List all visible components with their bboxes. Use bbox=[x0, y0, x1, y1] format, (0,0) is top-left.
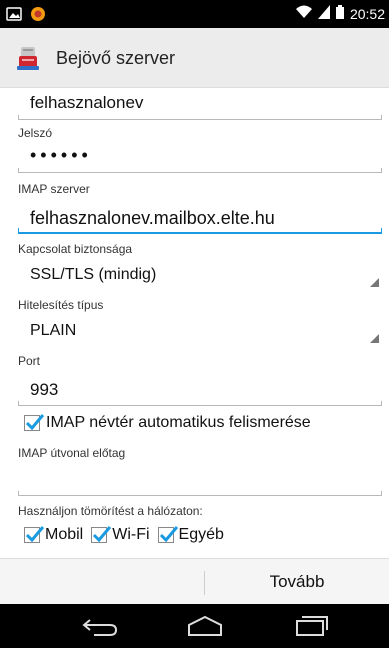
server-app-icon[interactable] bbox=[14, 44, 42, 72]
next-button[interactable]: Tovább bbox=[205, 559, 389, 605]
security-spinner[interactable]: SSL/TLS (mindig) bbox=[0, 260, 389, 290]
empty-button-slot bbox=[0, 559, 204, 605]
status-time: 20:52 bbox=[349, 5, 385, 22]
button-bar: Tovább bbox=[0, 558, 389, 604]
port-underline bbox=[18, 401, 382, 406]
imap-namespace-checkbox[interactable]: IMAP névtér automatikus felismerése bbox=[24, 414, 311, 432]
status-bar: 20:52 bbox=[0, 0, 389, 28]
auth-type-spinner[interactable]: PLAIN bbox=[0, 316, 389, 346]
battery-icon bbox=[335, 5, 344, 22]
path-prefix-underline bbox=[18, 491, 382, 496]
home-icon[interactable] bbox=[175, 612, 235, 640]
checkbox-checked-icon bbox=[157, 526, 178, 543]
username-field[interactable]: felhasznalonev bbox=[30, 93, 143, 113]
auth-type-label: Hitelesítés típus bbox=[18, 298, 104, 312]
imap-server-label: IMAP szerver bbox=[18, 182, 90, 196]
compression-mobile-checkbox[interactable]: Mobil bbox=[24, 526, 83, 544]
action-bar: Bejövő szerver bbox=[0, 28, 389, 88]
compression-other-checkbox[interactable]: Egyéb bbox=[157, 526, 224, 544]
app-notification-icon bbox=[30, 6, 46, 27]
port-field[interactable]: 993 bbox=[30, 380, 58, 400]
password-underline bbox=[18, 168, 382, 173]
back-icon[interactable] bbox=[70, 612, 130, 640]
auth-type-value: PLAIN bbox=[30, 322, 77, 339]
imap-server-underline bbox=[18, 228, 382, 234]
dropdown-arrow-icon bbox=[370, 278, 379, 287]
security-label: Kapcsolat biztonsága bbox=[18, 242, 133, 256]
compression-label: Használjon tömörítést a hálózaton: bbox=[18, 504, 203, 518]
security-value: SSL/TLS (mindig) bbox=[30, 266, 157, 283]
compression-options: Mobil Wi-Fi Egyéb bbox=[24, 526, 224, 544]
path-prefix-label: IMAP útvonal előtag bbox=[18, 446, 126, 460]
checkbox-checked-icon bbox=[91, 526, 112, 543]
compression-wifi-checkbox[interactable]: Wi-Fi bbox=[91, 526, 150, 544]
signal-icon bbox=[317, 5, 330, 22]
recent-apps-icon[interactable] bbox=[282, 612, 342, 640]
dropdown-arrow-icon bbox=[370, 334, 379, 343]
checkbox-checked-icon bbox=[24, 414, 44, 431]
username-underline bbox=[18, 115, 382, 120]
compression-mobile-label: Mobil bbox=[45, 526, 84, 543]
password-label: Jelszó bbox=[18, 126, 53, 140]
password-field[interactable]: •••••• bbox=[30, 145, 92, 166]
compression-wifi-label: Wi-Fi bbox=[112, 526, 150, 543]
port-label: Port bbox=[18, 354, 41, 368]
imap-server-field[interactable]: felhasznalonev.mailbox.elte.hu bbox=[30, 208, 275, 229]
compression-other-label: Egyéb bbox=[178, 526, 224, 543]
navigation-bar bbox=[0, 604, 389, 648]
checkbox-checked-icon bbox=[24, 526, 44, 543]
page-title: Bejövő szerver bbox=[56, 48, 176, 68]
wifi-icon bbox=[295, 5, 312, 22]
imap-namespace-label: IMAP névtér automatikus felismerése bbox=[46, 414, 311, 431]
image-notification-icon bbox=[6, 7, 22, 26]
